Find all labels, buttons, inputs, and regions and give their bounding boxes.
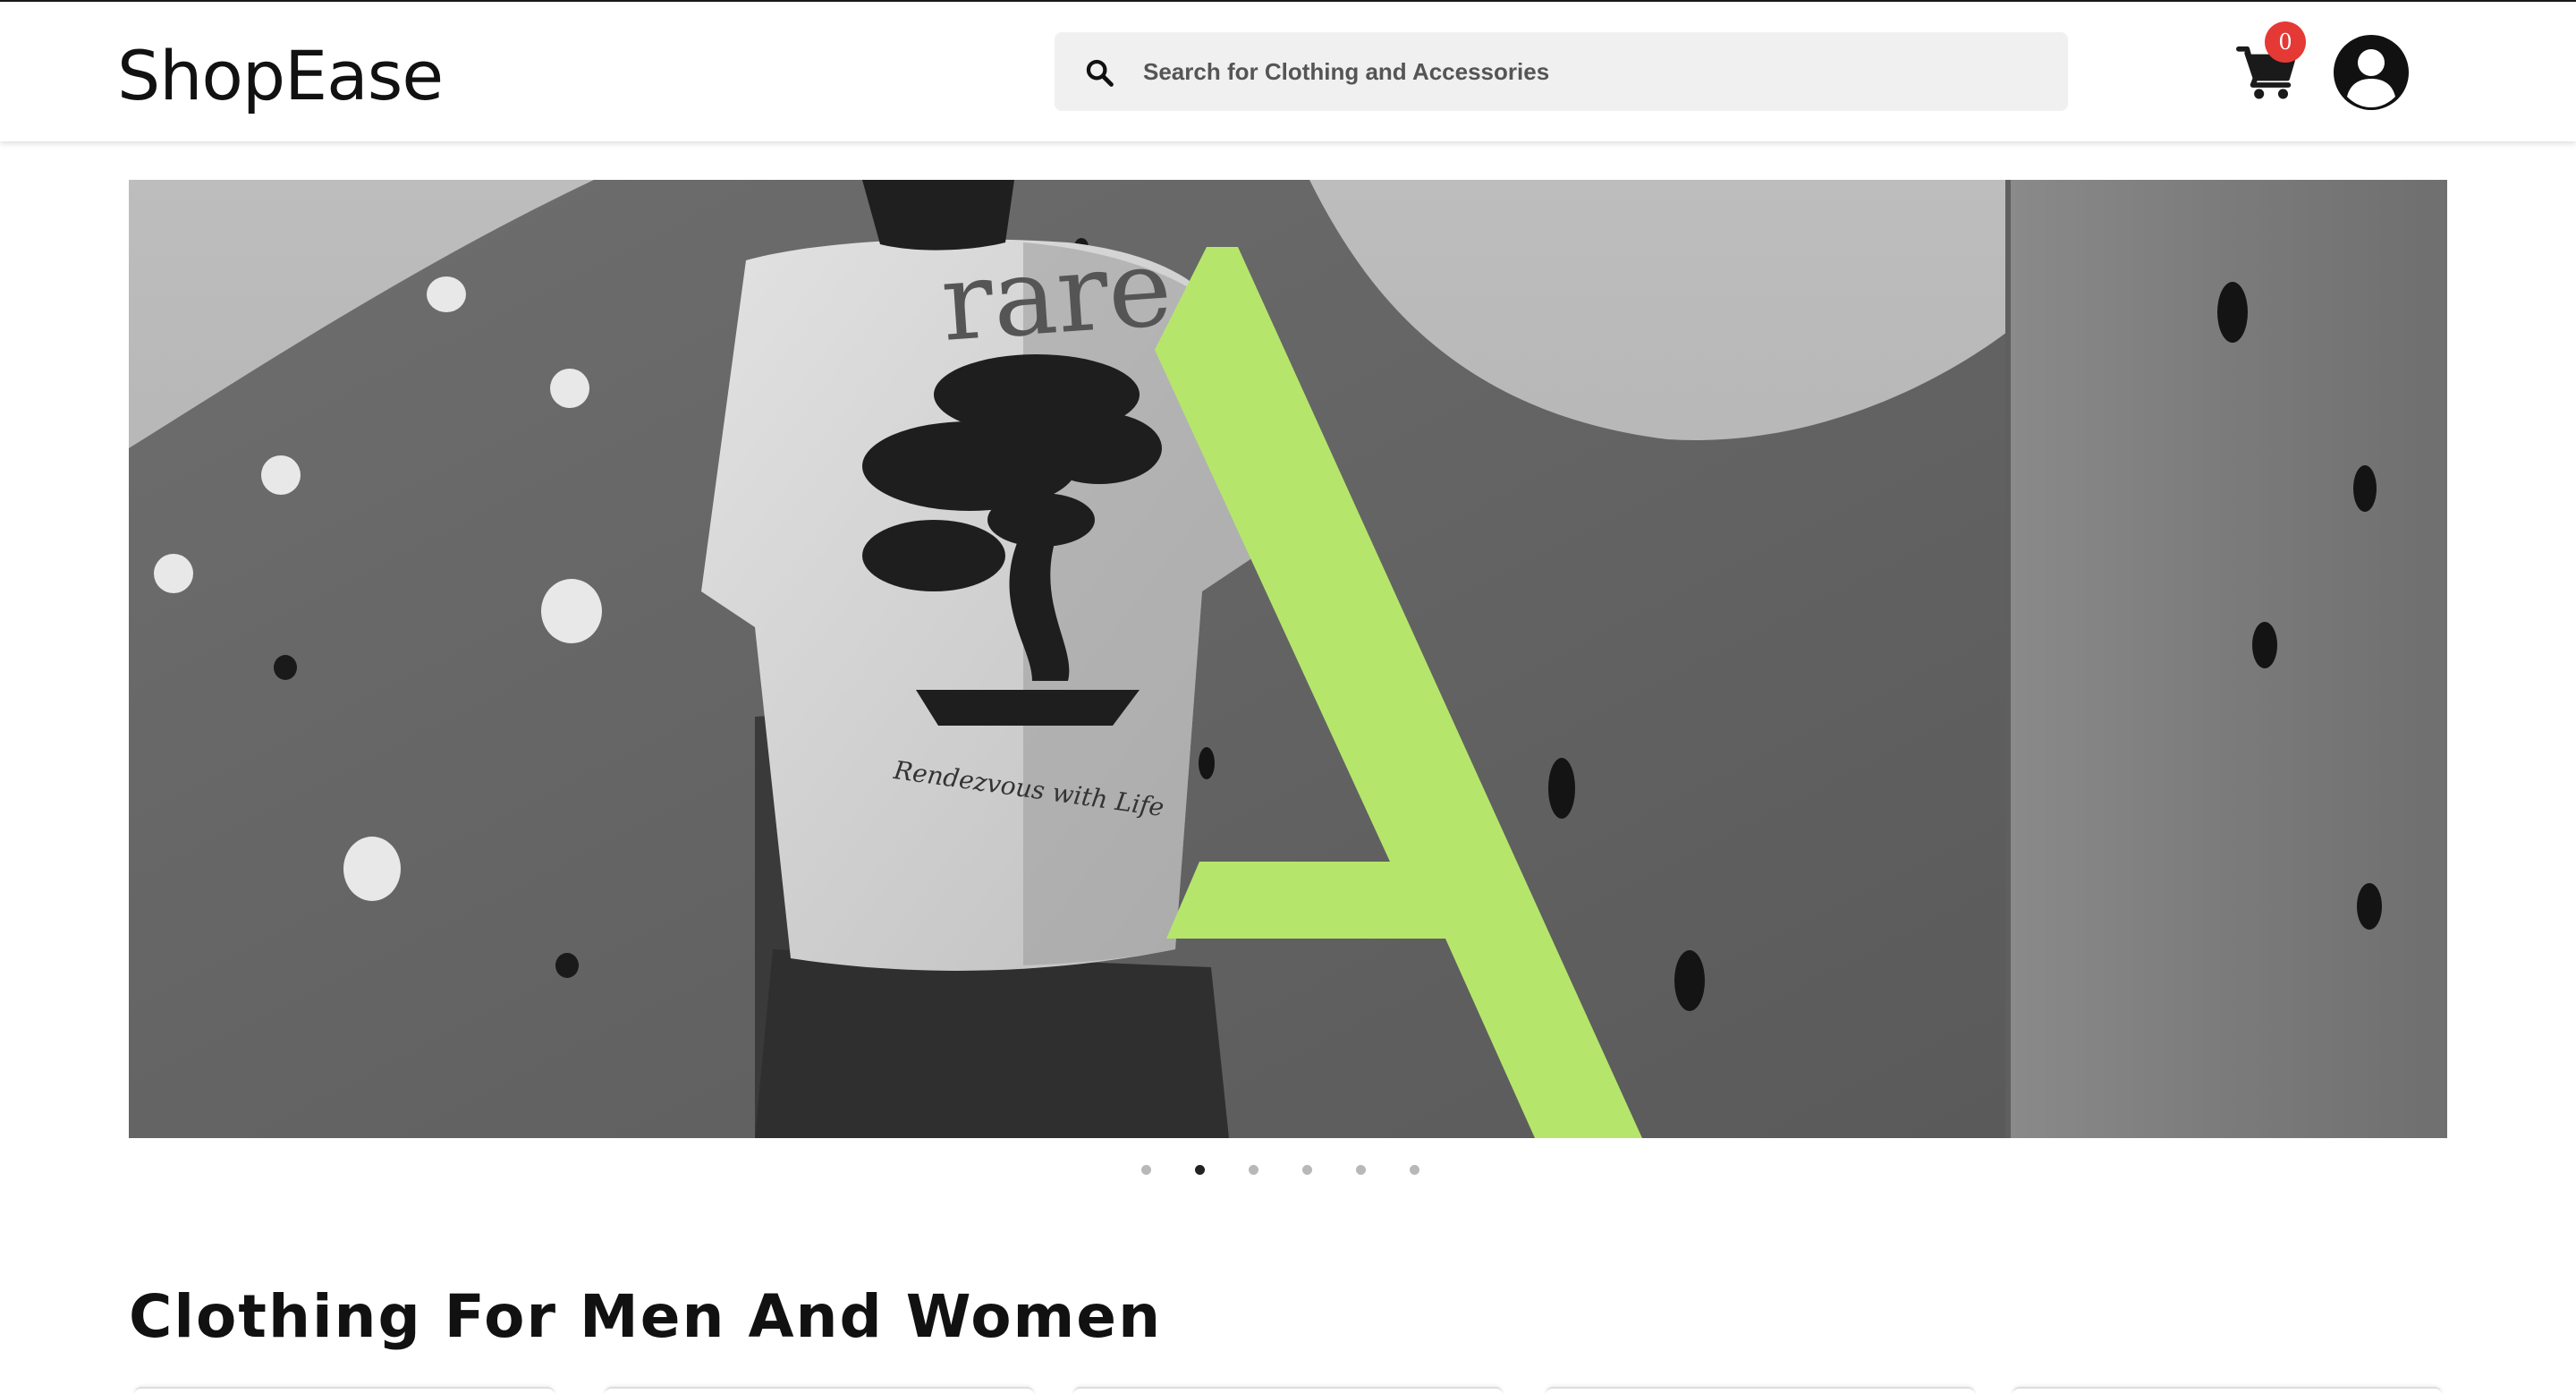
tshirt-print-word: rare: [937, 225, 1175, 366]
carousel-indicators: [1141, 1161, 1445, 1179]
user-account-icon[interactable]: [2331, 32, 2411, 113]
carousel-dot[interactable]: [1141, 1165, 1151, 1175]
carousel-dot[interactable]: [1249, 1165, 1258, 1175]
carousel-dot[interactable]: [1410, 1165, 1419, 1175]
product-card[interactable]: [2012, 1387, 2442, 1394]
search-icon[interactable]: [1084, 57, 1114, 88]
product-card[interactable]: [1073, 1387, 1503, 1394]
carousel-dot-active[interactable]: [1195, 1165, 1205, 1175]
site-header: ShopEase 0: [0, 2, 2576, 141]
product-card[interactable]: [1546, 1387, 1975, 1394]
hero-banner[interactable]: rare Rendezvous with Life: [129, 180, 2447, 1138]
search-input[interactable]: [1143, 32, 2038, 111]
carousel-dot[interactable]: [1302, 1165, 1312, 1175]
product-card[interactable]: [605, 1387, 1034, 1394]
hero-banner-image: rare Rendezvous with Life: [129, 180, 2447, 1138]
page: ShopEase 0: [0, 0, 2576, 1394]
search-bar[interactable]: [1055, 32, 2068, 111]
site-logo[interactable]: ShopEase: [117, 27, 444, 125]
cart-count-badge: 0: [2265, 21, 2306, 63]
section-title: Clothing For Men And Women: [129, 1281, 1163, 1351]
product-card[interactable]: [134, 1387, 555, 1394]
carousel-dot[interactable]: [1356, 1165, 1366, 1175]
